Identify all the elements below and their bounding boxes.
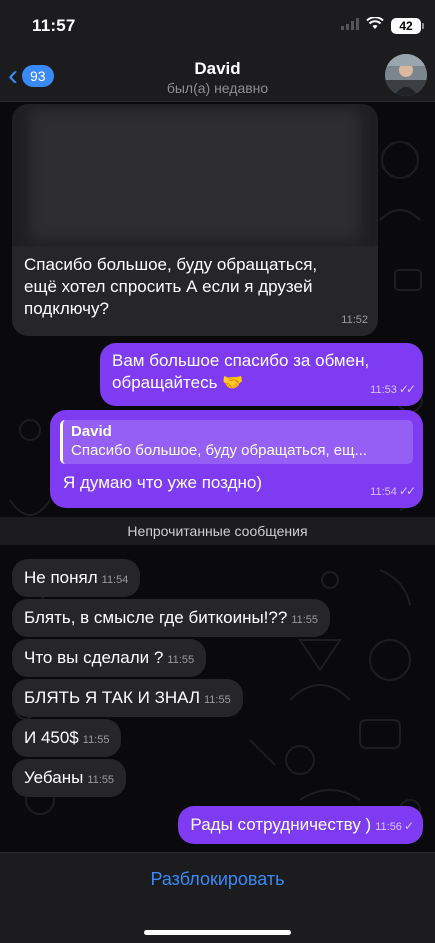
message-meta: 11:54 ✓✓ <box>370 480 416 503</box>
message-text: Что вы сделали ? <box>24 648 164 667</box>
single-check-icon: ✓ <box>403 819 414 833</box>
message-text-line: Спасибо большое, буду обращаться, <box>24 255 318 274</box>
message-time: 11:55 <box>291 614 319 626</box>
reply-quote[interactable]: David Спасибо большое, буду обращаться, … <box>60 420 413 464</box>
message-text: Не понял <box>24 568 98 587</box>
message-time: 11:56 <box>375 821 402 833</box>
message-incoming[interactable]: БЛЯТЬ Я ТАК И ЗНАЛ 11:55 <box>12 679 243 717</box>
message-time: 11:55 <box>87 774 115 786</box>
double-check-icon: ✓✓ <box>398 382 416 396</box>
chat-header: ‹ 93 David был(а) недавно <box>0 50 435 102</box>
contact-status: был(а) недавно <box>166 80 269 96</box>
message-incoming[interactable]: И 450$ 11:55 <box>12 719 122 757</box>
reply-author: David <box>71 423 112 440</box>
message-outgoing[interactable]: Вам большое спасибо за обмен, обращайтес… <box>100 343 423 406</box>
blurred-media[interactable] <box>12 104 378 246</box>
home-indicator[interactable] <box>144 930 291 935</box>
message-time: 11:55 <box>204 694 231 706</box>
message-time: 11:52 <box>341 314 368 326</box>
message-text-line: ещё хотел спросить А если я друзей <box>24 277 313 296</box>
reply-text: Спасибо большое, буду обращаться, ещ... <box>71 442 367 459</box>
message-text-line: обращайтесь 🤝 <box>112 373 244 392</box>
status-bar: 11:57 42 <box>0 0 435 50</box>
double-check-icon: ✓✓ <box>398 484 416 498</box>
message-meta: 11:56 ✓ <box>375 819 414 833</box>
wifi-icon <box>366 16 384 35</box>
chat-screen: 11:57 42 ‹ 93 David был(а) недавно Спаси… <box>0 0 435 943</box>
bottom-bar: Разблокировать <box>0 852 435 943</box>
blurred-image <box>30 110 360 240</box>
message-text: Блять, в смысле где биткоины!?? <box>24 608 288 627</box>
battery-icon: 42 <box>391 18 424 34</box>
message-meta: 11:53 ✓✓ <box>370 378 416 401</box>
message-text: Уебаны <box>24 768 84 787</box>
message-text-line: Вам большое спасибо за обмен, <box>112 351 370 370</box>
signal-icon <box>341 17 359 35</box>
message-text-line: подключу? <box>24 299 109 318</box>
message-incoming[interactable]: Не понял 11:54 <box>12 559 141 597</box>
message-text: Рады сотрудничеству ) <box>190 815 372 834</box>
status-time: 11:57 <box>32 16 76 35</box>
message-time: 11:55 <box>82 734 110 746</box>
message-outgoing[interactable]: Рады сотрудничеству ) 11:56 ✓ <box>178 806 423 844</box>
message-incoming[interactable]: Уебаны 11:55 <box>12 759 127 797</box>
unblock-button[interactable]: Разблокировать <box>0 869 435 890</box>
message-incoming[interactable]: Блять, в смысле где биткоины!?? 11:55 <box>12 599 331 637</box>
unread-divider: Непрочитанные сообщения <box>0 517 435 545</box>
message-text: БЛЯТЬ Я ТАК И ЗНАЛ <box>24 688 200 707</box>
message-outgoing-reply[interactable]: David Спасибо большое, буду обращаться, … <box>50 410 423 508</box>
status-icons: 42 <box>341 16 424 35</box>
avatar[interactable] <box>385 54 427 96</box>
message-incoming[interactable]: Что вы сделали ? 11:55 <box>12 639 207 677</box>
contact-name[interactable]: David <box>0 59 435 79</box>
message-incoming[interactable]: Спасибо большое, буду обращаться, ещё хо… <box>12 246 378 336</box>
message-time: 11:54 <box>101 574 129 586</box>
message-time: 11:55 <box>167 654 195 666</box>
message-text: И 450$ <box>24 728 79 747</box>
message-time: 11:53 <box>370 384 397 396</box>
message-time: 11:54 <box>370 486 397 498</box>
message-text: Я думаю что уже поздно) <box>63 473 263 492</box>
